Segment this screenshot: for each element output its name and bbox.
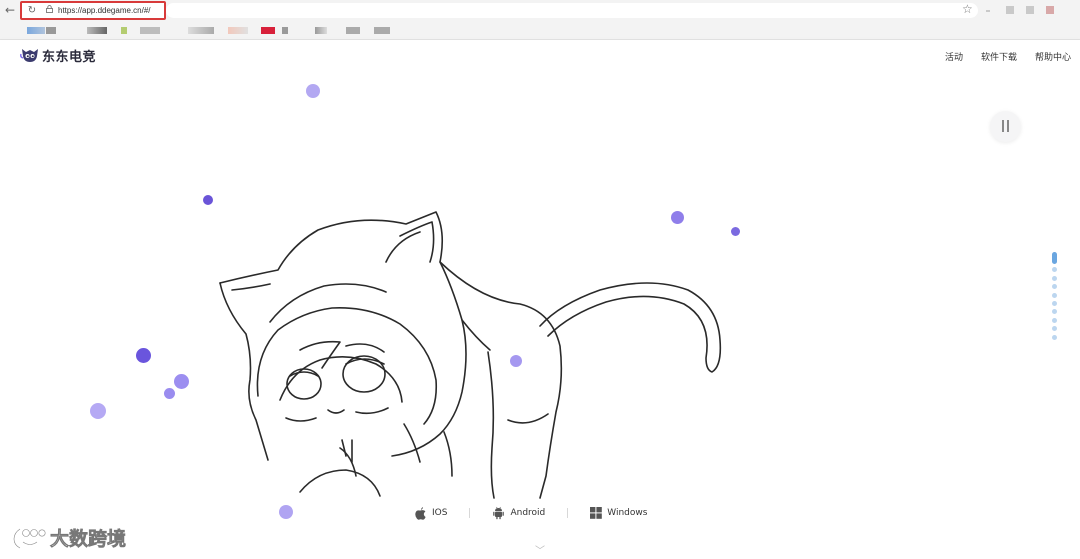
decoration-dot <box>731 227 740 236</box>
cat-illustration <box>219 211 722 499</box>
bookmark-item[interactable] <box>346 27 360 34</box>
download-ios-label: IOS <box>432 508 448 518</box>
pager-dot[interactable] <box>1052 267 1057 273</box>
decoration-dot <box>671 211 684 224</box>
address-bar-field[interactable] <box>166 3 978 18</box>
download-android-label: Android <box>510 508 546 518</box>
apple-icon <box>415 507 426 520</box>
star-icon[interactable]: ☆ <box>962 2 973 16</box>
bookmark-item[interactable] <box>140 27 160 34</box>
site-header: 东东电竞 活动 软件下载 帮助中心 <box>0 40 1080 72</box>
section-pager <box>1052 252 1058 343</box>
menu-icon[interactable] <box>986 10 990 12</box>
decoration-dot <box>90 403 106 419</box>
watermark-logo-icon <box>12 527 46 549</box>
extension-icon[interactable] <box>1026 6 1034 14</box>
logo-mascot-icon <box>20 46 40 64</box>
nav-activity[interactable]: 活动 <box>945 50 963 63</box>
bookmark-item[interactable] <box>282 27 288 34</box>
pager-dot[interactable] <box>1052 292 1057 298</box>
bookmark-item[interactable] <box>261 27 275 34</box>
extension-icon[interactable] <box>1006 6 1014 14</box>
download-ios-button[interactable]: IOS <box>414 506 447 520</box>
decoration-dot <box>279 505 293 519</box>
decoration-dot <box>510 355 522 367</box>
download-bar: IOS Android Windows <box>414 503 678 523</box>
decoration-dot <box>203 195 213 205</box>
download-windows-label: Windows <box>607 508 648 518</box>
download-windows-button[interactable]: Windows <box>590 507 647 519</box>
logo-text: 东东电竞 <box>42 49 97 65</box>
divider <box>469 508 471 518</box>
windows-icon <box>590 507 603 519</box>
pager-dot[interactable] <box>1052 334 1057 340</box>
back-icon[interactable]: ← <box>3 3 17 17</box>
bookmark-item[interactable] <box>228 27 248 34</box>
pager-dot[interactable] <box>1052 326 1057 332</box>
bookmark-item[interactable] <box>46 27 56 34</box>
scroll-down-chevron-icon[interactable]: ﹀ <box>535 542 545 557</box>
pager-dot[interactable] <box>1052 309 1057 315</box>
site-logo[interactable]: 东东电竞 <box>20 45 96 65</box>
download-android-button[interactable]: Android <box>492 506 545 520</box>
url-text: https://app.ddegame.cn/#/ <box>58 6 151 15</box>
decoration-dot <box>164 388 175 399</box>
pager-dot[interactable] <box>1052 284 1057 290</box>
bookmark-item[interactable] <box>315 27 327 34</box>
nav-help-center[interactable]: 帮助中心 <box>1035 50 1071 63</box>
profile-icon[interactable] <box>1046 6 1054 14</box>
pager-dot[interactable] <box>1052 317 1057 323</box>
bookmark-item[interactable] <box>121 27 127 34</box>
lock-icon <box>46 5 53 15</box>
hero-section <box>0 72 1080 559</box>
bookmark-item[interactable] <box>374 27 390 34</box>
pager-dot[interactable] <box>1052 300 1057 306</box>
address-bar-highlight[interactable]: ↻ https://app.ddegame.cn/#/ <box>20 1 166 20</box>
reload-icon[interactable]: ↻ <box>25 4 39 18</box>
pause-icon <box>1002 120 1004 132</box>
screenshot: ← ↻ https://app.ddegame.cn/#/ ☆ 东东电竞 活动 … <box>0 0 1080 559</box>
nav-software-download[interactable]: 软件下载 <box>981 50 1017 63</box>
bookmark-item[interactable] <box>87 27 107 34</box>
android-icon <box>493 506 505 520</box>
decoration-dot <box>306 84 320 98</box>
pager-dot[interactable] <box>1052 275 1057 281</box>
decoration-dot <box>174 374 189 389</box>
divider <box>567 508 569 518</box>
decoration-dot <box>136 348 151 363</box>
watermark-text: 大数跨境 <box>50 528 127 551</box>
pause-button[interactable] <box>990 111 1021 142</box>
watermark: 大数跨境 <box>12 524 126 551</box>
bookmark-item[interactable] <box>27 27 45 34</box>
pager-dot-active[interactable] <box>1052 252 1057 264</box>
browser-toolbar: ← ↻ https://app.ddegame.cn/#/ ☆ <box>0 0 1080 40</box>
bookmark-item[interactable] <box>188 27 214 34</box>
